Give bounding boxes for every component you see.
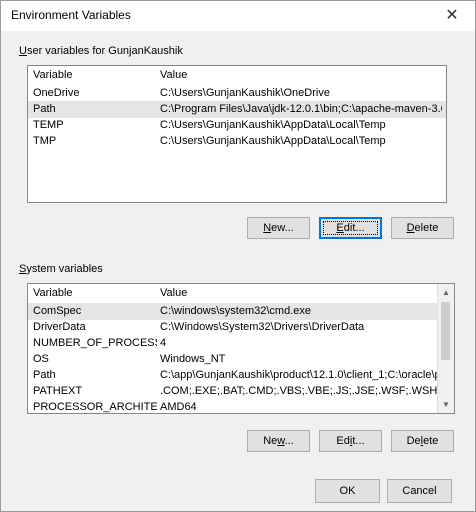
system-variables-list[interactable]: Variable Value ComSpec C:\windows\system3… [27,283,455,414]
scroll-up-arrow-icon[interactable]: ▲ [438,284,454,301]
variable-name-cell: PATHEXT [33,385,83,397]
variable-value-cell: C:\windows\system32\cmd.exe [160,305,311,317]
table-row[interactable]: Path C:\app\GunjanKaushik\product\12.1.0\… [28,367,454,384]
user-variables-list[interactable]: Variable Value OneDrive C:\Users\GunjanKa… [27,65,447,203]
user-delete-button[interactable]: Delete [391,217,454,239]
system-new-button[interactable]: New... [247,430,310,452]
table-row[interactable]: ComSpec C:\windows\system32\cmd.exe [28,303,454,320]
table-row[interactable]: NUMBER_OF_PROCESSORS4 [28,335,454,352]
variable-name-cell: Path [33,103,56,115]
system-list-header: Variable Value [28,284,454,302]
title-bar: Environment Variables ✕ [1,1,475,31]
table-row[interactable]: DriverData C:\Windows\System32\Drivers\Dr… [28,319,454,336]
column-header-variable[interactable]: Variable [33,287,73,299]
system-edit-button[interactable]: Edit... [319,430,382,452]
user-variables-label: User variables for GunjanKaushik [19,45,183,57]
variable-value-cell: C:\Users\GunjanKaushik\OneDrive [160,87,330,99]
variable-name-cell: OS [33,353,49,365]
system-delete-button[interactable]: Delete [391,430,454,452]
variable-name-cell: TEMP [33,119,64,131]
table-row[interactable]: PATHEXT .COM;.EXE;.BAT;.CMD;.VBS;.VBE;.JS… [28,383,454,400]
variable-value-cell: C:\Program Files\Java\jdk-12.0.1\bin;C:\… [160,103,442,115]
variable-name-cell: PROCESSOR_ARCHITECTU... [33,401,157,413]
table-row[interactable]: TMP C:\Users\GunjanKaushik\AppData\Local\… [28,133,446,150]
close-icon[interactable]: ✕ [443,5,461,25]
user-list-header: Variable Value [28,66,446,84]
variable-name-cell: OneDrive [33,87,80,99]
variable-name-cell: Path [33,369,56,381]
table-row[interactable]: Path C:\Program Files\Java\jdk-12.0.1\bin… [28,101,446,118]
variable-name-cell: DriverData [33,321,86,333]
scroll-down-arrow-icon[interactable]: ▼ [438,396,454,413]
variable-value-cell: C:\Users\GunjanKaushik\AppData\Local\Tem… [160,135,386,147]
table-row[interactable]: OS Windows_NT [28,351,454,368]
table-row[interactable]: TEMP C:\Users\GunjanKaushik\AppData\Local… [28,117,446,134]
variable-name-cell: NUMBER_OF_PROCESSORS [33,337,157,349]
column-header-value[interactable]: Value [160,69,187,81]
table-row[interactable]: PROCESSOR_ARCHITECTU...AMD64 [28,399,454,413]
variable-value-cell: C:\Users\GunjanKaushik\AppData\Local\Tem… [160,119,386,131]
variable-name-cell: ComSpec [33,305,82,317]
column-header-value[interactable]: Value [160,287,187,299]
variable-value-cell: C:\app\GunjanKaushik\product\12.1.0\clie… [160,369,450,381]
scrollbar-thumb[interactable] [441,302,450,360]
ok-button[interactable]: OK [315,479,380,503]
system-variables-label: System variables [19,263,103,275]
window-title: Environment Variables [11,8,131,22]
column-header-variable[interactable]: Variable [33,69,73,81]
variable-value-cell: AMD64 [160,401,197,413]
variable-value-cell: C:\Windows\System32\Drivers\DriverData [160,321,365,333]
variable-value-cell: 4 [160,337,167,349]
environment-variables-dialog: Environment Variables ✕ User variables f… [0,0,476,512]
table-row[interactable]: OneDrive C:\Users\GunjanKaushik\OneDrive [28,85,446,102]
system-list-scrollbar[interactable]: ▲ ▼ [437,284,454,413]
variable-value-cell: Windows_NT [160,353,226,365]
user-edit-button[interactable]: Edit... [319,217,382,239]
variable-value-cell: .COM;.EXE;.BAT;.CMD;.VBS;.VBE;.JS;.JSE;.… [160,385,450,397]
variable-name-cell: TMP [33,135,57,147]
cancel-button[interactable]: Cancel [387,479,452,503]
user-new-button[interactable]: New... [247,217,310,239]
